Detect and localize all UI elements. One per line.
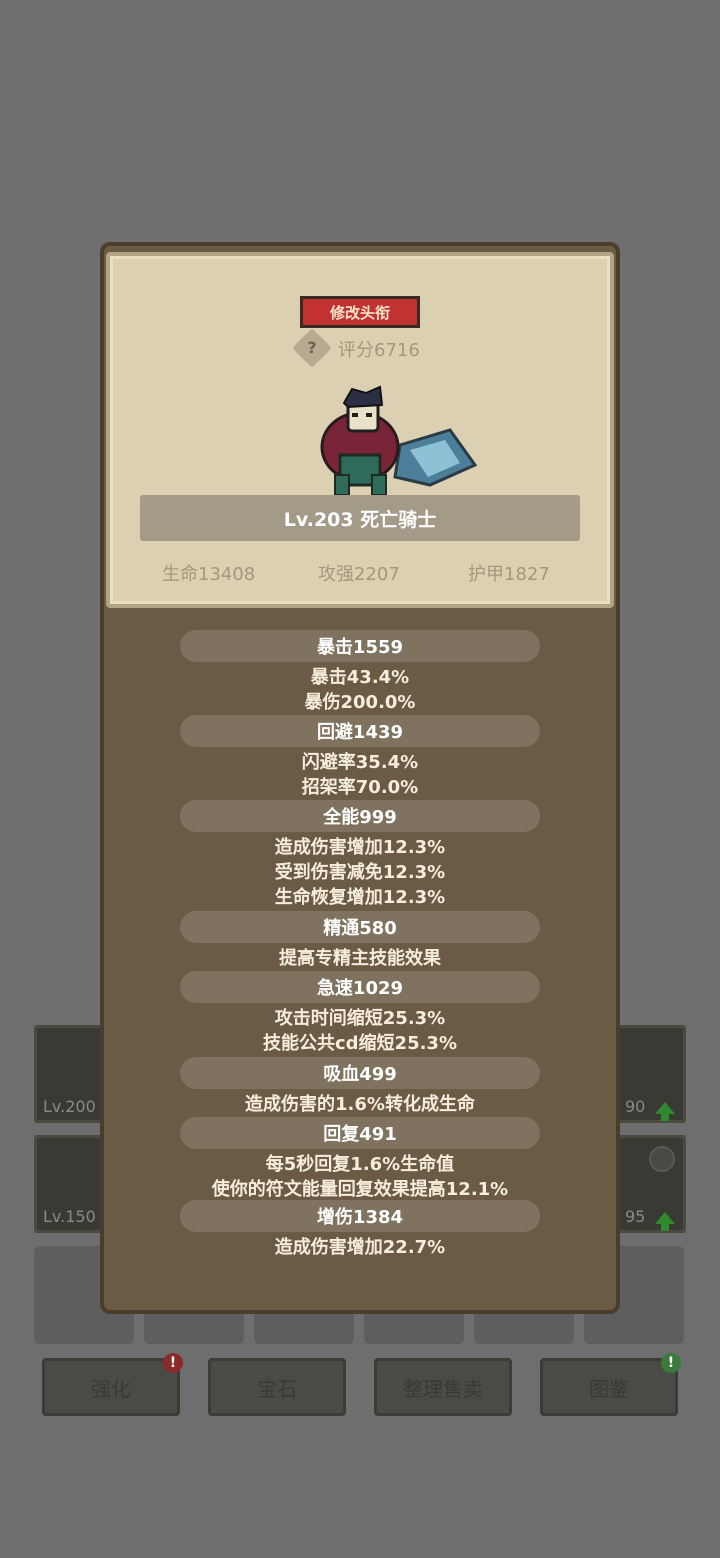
stat-line: 技能公共cd缩短25.3% <box>262 1033 457 1054</box>
character-name-banner: Lv.203 死亡骑士 <box>140 495 580 541</box>
stat-line: 提高专精主技能效果 <box>279 948 441 969</box>
stat-line: 使你的符文能量回复效果提高12.1% <box>211 1179 509 1200</box>
lifesteal-header: 吸血499 <box>180 1057 540 1089</box>
alert-badge: ! <box>163 1353 183 1373</box>
stat-line: 受到伤害减免12.3% <box>274 862 446 883</box>
enhance-label: 强化 <box>91 1376 131 1401</box>
crit-header: 暴击1559 <box>180 630 540 662</box>
mastery-header: 精通580 <box>180 911 540 943</box>
stat-line: 每5秒回复1.6%生命值 <box>265 1154 455 1175</box>
attack-stat: 攻强2207 <box>318 564 400 585</box>
stat-line: 造成伤害增加12.3% <box>274 837 446 858</box>
equip-level: Lv.200 <box>43 1097 96 1116</box>
stat-line: 招架率70.0% <box>301 777 419 798</box>
damage-bonus-header: 增伤1384 <box>180 1200 540 1232</box>
sort-sell-label: 整理售卖 <box>403 1376 483 1401</box>
notify-badge: ! <box>661 1353 681 1373</box>
versatility-header: 全能999 <box>180 800 540 832</box>
upgrade-arrow-icon <box>655 1102 675 1121</box>
regen-header: 回复491 <box>180 1117 540 1149</box>
codex-label: 图鉴 <box>589 1376 629 1401</box>
dodge-header: 回避1439 <box>180 715 540 747</box>
sort-sell-button[interactable]: 整理售卖 <box>374 1358 512 1416</box>
enhance-button[interactable]: 强化 ! <box>42 1353 183 1416</box>
haste-header: 急速1029 <box>180 971 540 1003</box>
help-icon-glyph: ? <box>307 338 317 357</box>
codex-button[interactable]: 图鉴 ! <box>540 1353 681 1416</box>
stat-line: 生命恢复增加12.3% <box>274 887 446 908</box>
stat-line: 闪避率35.4% <box>301 752 419 773</box>
help-icon[interactable]: ? <box>292 328 332 368</box>
hp-stat: 生命13408 <box>162 564 256 585</box>
equip-level: 95 <box>625 1207 646 1226</box>
gem-button[interactable]: 宝石 <box>208 1358 346 1416</box>
rename-title-button[interactable]: 修改头衔 <box>300 296 420 328</box>
stat-line: 暴伤200.0% <box>304 692 416 713</box>
stat-line: 暴击43.4% <box>310 667 410 688</box>
armor-stat: 护甲1827 <box>468 564 550 585</box>
lock-icon <box>649 1146 675 1172</box>
stat-line: 造成伤害增加22.7% <box>274 1237 446 1258</box>
gem-label: 宝石 <box>257 1376 297 1401</box>
stat-line: 造成伤害的1.6%转化成生命 <box>245 1094 475 1115</box>
equip-level: 90 <box>625 1097 646 1116</box>
character-avatar <box>320 385 478 496</box>
stat-line: 攻击时间缩短25.3% <box>274 1008 446 1029</box>
upgrade-arrow-icon <box>655 1212 675 1231</box>
equip-level: Lv.150 <box>43 1207 96 1226</box>
score-label: 评分6716 <box>338 340 420 361</box>
